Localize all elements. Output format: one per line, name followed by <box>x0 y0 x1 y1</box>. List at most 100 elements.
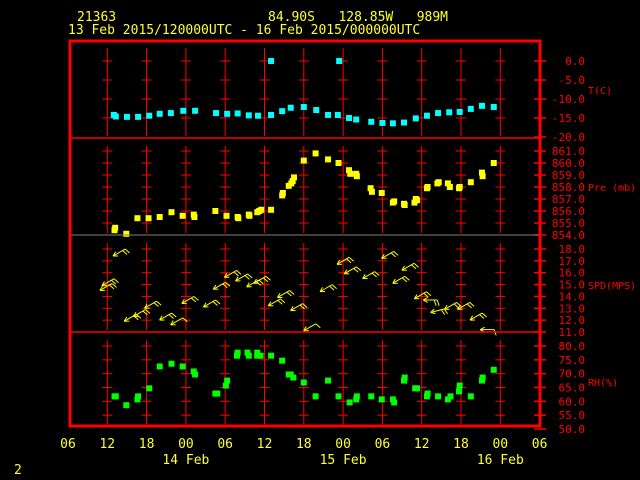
data-point <box>447 393 454 400</box>
wind-arrow <box>381 250 399 259</box>
data-point <box>192 371 199 378</box>
data-point <box>424 390 431 397</box>
x-tick-label: 00 <box>492 437 508 452</box>
data-point <box>213 110 220 117</box>
data-point <box>287 104 294 111</box>
data-point <box>268 58 275 64</box>
data-point <box>290 174 297 181</box>
x-tick-label: 18 <box>453 437 469 452</box>
data-point <box>145 215 152 222</box>
y-axis-label: RH(%) <box>588 378 618 389</box>
wind-barb <box>315 323 321 329</box>
y-tick-label: 0.0 <box>565 55 585 68</box>
y-axis-label: Pre (mb) <box>588 183 636 194</box>
wind-barb <box>212 301 218 306</box>
data-point <box>490 160 497 166</box>
data-point <box>368 188 375 195</box>
x-tick-label: 06 <box>60 437 76 452</box>
data-point <box>134 215 141 222</box>
data-point <box>467 179 474 186</box>
wind-barb <box>433 299 437 306</box>
y-tick-label: 75.0 <box>559 354 586 367</box>
x-tick-label: 06 <box>217 437 233 452</box>
y-tick-label: -20.0 <box>552 131 585 144</box>
wind-arrow <box>202 299 221 308</box>
x-tick-label: 12 <box>257 437 273 452</box>
data-point <box>412 115 419 122</box>
data-point <box>290 374 297 381</box>
x-tick-label: 00 <box>178 437 194 452</box>
data-point <box>325 377 332 384</box>
wind-barb <box>109 284 115 290</box>
y-tick-label: 854.0 <box>552 229 585 242</box>
data-point <box>146 112 153 119</box>
data-point <box>353 173 360 180</box>
y-tick-label: 50.0 <box>559 423 586 436</box>
wind-barb <box>348 256 355 262</box>
wind-arrow <box>132 309 151 318</box>
data-point <box>345 115 352 121</box>
wind-barb <box>286 291 292 297</box>
data-point <box>156 363 163 370</box>
wind-barb <box>453 303 459 309</box>
wind-arrow <box>319 284 337 293</box>
wind-arrow <box>112 248 130 257</box>
panel-t-c-: 0.0 -5.0 -10.0 -15.0 -20.0 T(C) <box>102 48 612 144</box>
wind-arrow <box>422 297 440 306</box>
wind-barb <box>124 248 130 254</box>
data-point <box>379 119 386 126</box>
y-tick-label: -5.0 <box>559 74 586 87</box>
data-point <box>156 110 163 117</box>
data-point <box>146 385 153 392</box>
wind-barb <box>280 298 286 304</box>
data-point <box>423 112 430 119</box>
y-tick-label: 55.0 <box>559 409 586 422</box>
wind-arrow <box>170 317 188 326</box>
y-tick-label: 11.0 <box>559 326 586 339</box>
data-point <box>334 111 341 118</box>
wind-barb <box>356 266 362 272</box>
data-point <box>212 208 219 214</box>
wind-barb <box>426 291 432 297</box>
data-point <box>446 109 453 116</box>
wind-barb <box>277 299 283 305</box>
wind-arrow <box>181 296 199 304</box>
data-point <box>312 150 319 157</box>
y-tick-label: 60.0 <box>559 395 586 408</box>
wind-barb <box>244 275 250 280</box>
data-point <box>191 214 198 220</box>
data-point <box>353 116 360 123</box>
y-axis-label: T(C) <box>588 86 612 97</box>
data-point <box>467 105 474 112</box>
wind-arrow <box>392 275 410 284</box>
data-point <box>401 374 408 381</box>
wind-barb <box>329 285 335 291</box>
wind-arrow <box>469 312 487 321</box>
wind-arrow <box>277 290 295 299</box>
data-point <box>325 156 332 163</box>
data-point <box>268 111 275 118</box>
panel-spd-mps-: 18.017.016.015.014.013.012.011.0SPD(MPS) <box>99 243 636 339</box>
data-point <box>391 198 398 205</box>
x-tick-label: 12 <box>99 437 115 452</box>
data-point <box>168 360 175 367</box>
wind-barb <box>374 271 380 276</box>
wind-barb <box>440 309 446 315</box>
x-tick-label: 12 <box>414 437 430 452</box>
wind-barb <box>153 302 159 308</box>
data-point <box>456 108 463 115</box>
y-tick-label: 80.0 <box>559 340 586 353</box>
data-point <box>123 402 130 409</box>
wind-arrow <box>123 313 142 322</box>
wind-barb <box>371 272 377 278</box>
data-point <box>325 111 332 118</box>
wind-barb <box>436 299 440 306</box>
wind-barb <box>393 251 399 256</box>
data-point <box>112 393 119 400</box>
x-tick-label: 06 <box>375 437 391 452</box>
data-point <box>335 160 342 166</box>
data-point <box>300 157 307 164</box>
y-axis-label: SPD(MPS) <box>588 281 636 292</box>
data-point <box>479 173 486 180</box>
x-date-label: 14 Feb <box>162 453 209 468</box>
